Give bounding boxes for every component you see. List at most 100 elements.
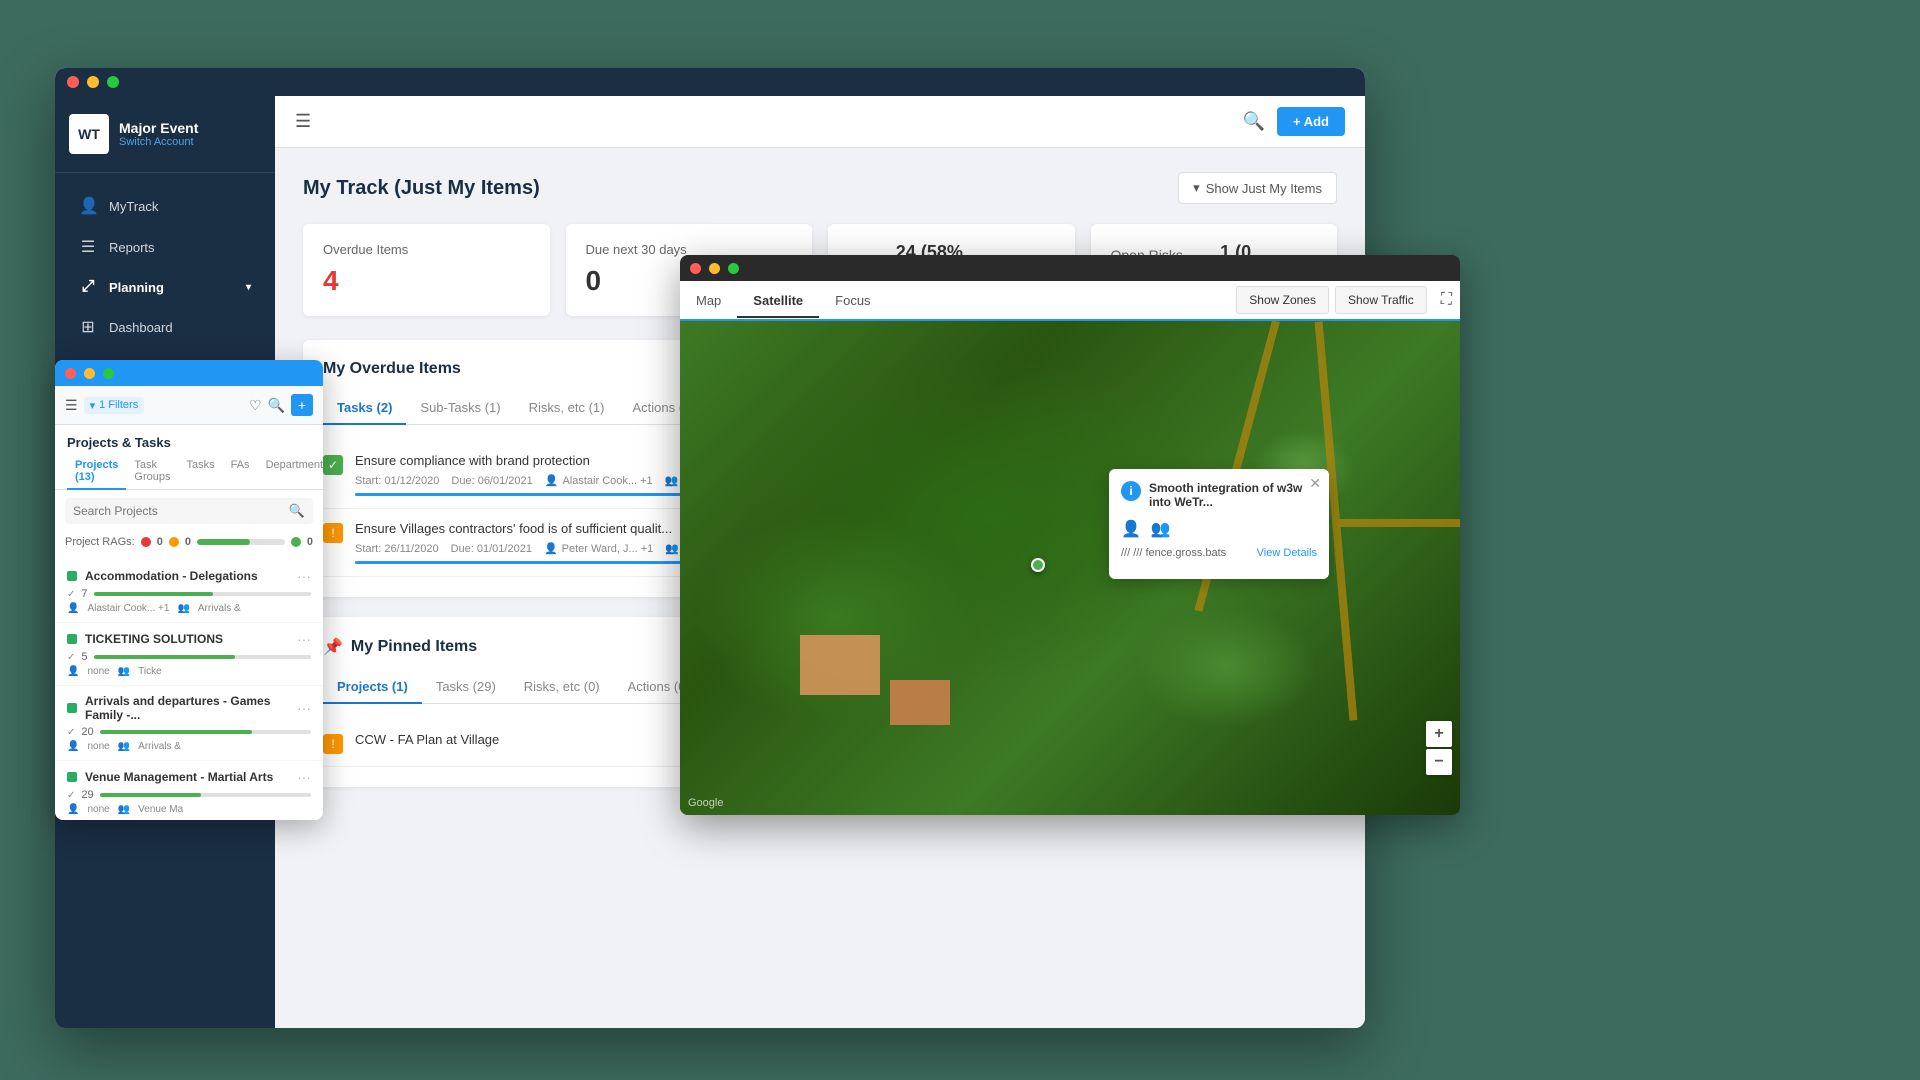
logo-initials: WT xyxy=(78,126,100,142)
more-options-icon[interactable]: ··· xyxy=(297,769,311,785)
checkmark-icon: ✓ xyxy=(67,652,75,663)
task-checkbox-incomplete[interactable]: ! xyxy=(323,523,343,543)
building-1 xyxy=(800,635,880,695)
rag-amber-count: 0 xyxy=(185,536,191,548)
projects-titlebar xyxy=(55,360,323,386)
ptab-task-groups[interactable]: Task Groups xyxy=(126,454,178,490)
rag-row: Project RAGs: 0 0 0 xyxy=(55,532,323,556)
rag-green-count: 0 xyxy=(307,536,313,548)
task-checkbox-complete[interactable]: ✓ xyxy=(323,455,343,475)
person-icon: 👤 xyxy=(545,474,559,487)
project-color-dot xyxy=(67,703,77,713)
project-item[interactable]: Accommodation - Delegations ··· ✓ 7 👤 Al… xyxy=(55,560,323,623)
task-count: 7 xyxy=(81,588,87,600)
map-body[interactable]: ✕ i Smooth integration of w3w into WeTr.… xyxy=(680,321,1460,815)
sidebar-item-label: Planning xyxy=(109,280,164,295)
project-item[interactable]: Venue Management - Martial Arts ··· ✓ 29… xyxy=(55,761,323,820)
add-button[interactable]: + Add xyxy=(1277,107,1345,136)
project-item[interactable]: Arrivals and departures - Games Family -… xyxy=(55,686,323,761)
minimize-dot[interactable] xyxy=(84,368,95,379)
team-icon: 👥 xyxy=(118,741,130,752)
close-dot[interactable] xyxy=(690,263,701,274)
rag-red-dot xyxy=(141,537,151,547)
heart-button[interactable]: ♡ xyxy=(249,397,262,414)
tab-risks[interactable]: Risks, etc (1) xyxy=(515,392,619,425)
ptab-tasks[interactable]: Tasks xyxy=(178,454,222,490)
pinned-tab-projects[interactable]: Projects (1) xyxy=(323,671,422,704)
map-tab-satellite[interactable]: Satellite xyxy=(737,285,819,318)
assignee-text: none xyxy=(87,741,109,752)
project-list: Accommodation - Delegations ··· ✓ 7 👤 Al… xyxy=(55,556,323,820)
project-color-dot xyxy=(67,571,77,581)
main-titlebar xyxy=(55,68,1365,96)
map-tab-focus[interactable]: Focus xyxy=(819,285,886,316)
menu-icon[interactable]: ☰ xyxy=(295,111,311,132)
more-options-icon[interactable]: ··· xyxy=(297,700,311,716)
dropdown-arrow-icon: ▾ xyxy=(1193,180,1200,196)
page-title: My Track (Just My Items) xyxy=(303,177,540,200)
ptab-projects[interactable]: Projects (13) xyxy=(67,454,126,490)
task-assignee: 👤 Alastair Cook... +1 xyxy=(545,474,653,487)
zoom-in-button[interactable]: + xyxy=(1426,721,1452,747)
fullscreen-icon[interactable]: ⛶ xyxy=(1433,291,1460,309)
search-button[interactable]: 🔍 xyxy=(1243,111,1265,132)
project-item[interactable]: TICKETING SOLUTIONS ··· ✓ 5 👤 none 👥 Tic… xyxy=(55,623,323,686)
maximize-dot[interactable] xyxy=(728,263,739,274)
topbar: ☰ 🔍 + Add xyxy=(275,96,1365,148)
add-project-button[interactable]: + xyxy=(291,394,313,416)
search-input[interactable] xyxy=(73,504,283,518)
view-details-link[interactable]: View Details xyxy=(1257,547,1317,559)
assignee-text: Alastair Cook... +1 xyxy=(87,603,169,614)
pinned-status-icon: ! xyxy=(323,734,343,754)
search-row: 🔍 xyxy=(55,490,323,532)
sidebar-item-dashboard[interactable]: ⊞ Dashboard xyxy=(63,307,267,347)
overdue-value: 4 xyxy=(323,265,530,297)
satellite-view: ✕ i Smooth integration of w3w into WeTr.… xyxy=(680,321,1460,815)
zoom-out-button[interactable]: − xyxy=(1426,749,1452,775)
more-options-icon[interactable]: ··· xyxy=(297,568,311,584)
close-icon[interactable]: ✕ xyxy=(1309,475,1321,492)
task-start: Start: 01/12/2020 xyxy=(355,475,439,487)
map-window: Map Satellite Focus Show Zones Show Traf… xyxy=(680,255,1460,815)
popup-header: i Smooth integration of w3w into WeTr... xyxy=(1121,481,1317,509)
maximize-dot[interactable] xyxy=(103,368,114,379)
search-toolbar-button[interactable]: 🔍 xyxy=(268,397,285,414)
sidebar-item-planning[interactable]: ⤢ Planning ▾ xyxy=(63,268,267,306)
filter-badge[interactable]: ▾ 1 Filters xyxy=(84,397,145,414)
sidebar-logo: WT Major Event Switch Account xyxy=(55,96,275,173)
map-marker xyxy=(1031,558,1045,572)
switch-account-link[interactable]: Switch Account xyxy=(119,136,198,148)
sidebar-item-reports[interactable]: ☰ Reports xyxy=(63,227,267,267)
project-color-dot xyxy=(67,772,77,782)
search-icon: 🔍 xyxy=(289,503,305,519)
sidebar-item-label: MyTrack xyxy=(109,199,158,214)
overdue-stat-card: Overdue Items 4 xyxy=(303,224,550,316)
more-options-icon[interactable]: ··· xyxy=(297,631,311,647)
sidebar-item-mytrack[interactable]: 👤 MyTrack xyxy=(63,186,267,226)
maximize-dot[interactable] xyxy=(107,76,119,88)
ptab-fas[interactable]: FAs xyxy=(223,454,258,490)
minimize-dot[interactable] xyxy=(709,263,720,274)
hamburger-icon[interactable]: ☰ xyxy=(65,397,78,414)
tab-subtasks[interactable]: Sub-Tasks (1) xyxy=(406,392,514,425)
logo-box: WT xyxy=(69,114,109,154)
person-icon: 👤 xyxy=(67,603,79,614)
ptab-departments[interactable]: Departments xyxy=(258,454,323,490)
close-dot[interactable] xyxy=(67,76,79,88)
map-tab-map[interactable]: Map xyxy=(680,285,737,316)
show-my-items-button[interactable]: ▾ Show Just My Items xyxy=(1178,172,1337,204)
rag-amber-dot xyxy=(169,537,179,547)
pinned-tab-risks[interactable]: Risks, etc (0) xyxy=(510,671,614,704)
minimize-dot[interactable] xyxy=(87,76,99,88)
pinned-tab-tasks[interactable]: Tasks (29) xyxy=(422,671,510,704)
team-icon: 👥 xyxy=(665,542,679,555)
map-zoom-controls: + − xyxy=(1426,721,1452,775)
show-zones-button[interactable]: Show Zones xyxy=(1236,286,1329,314)
team-text: Arrivals & xyxy=(138,741,181,752)
tab-tasks[interactable]: Tasks (2) xyxy=(323,392,406,425)
sidebar-item-label: Dashboard xyxy=(109,320,173,335)
team-icon: 👥 xyxy=(177,603,189,614)
close-dot[interactable] xyxy=(65,368,76,379)
project-name: Arrivals and departures - Games Family -… xyxy=(85,694,289,722)
show-traffic-button[interactable]: Show Traffic xyxy=(1335,286,1427,314)
